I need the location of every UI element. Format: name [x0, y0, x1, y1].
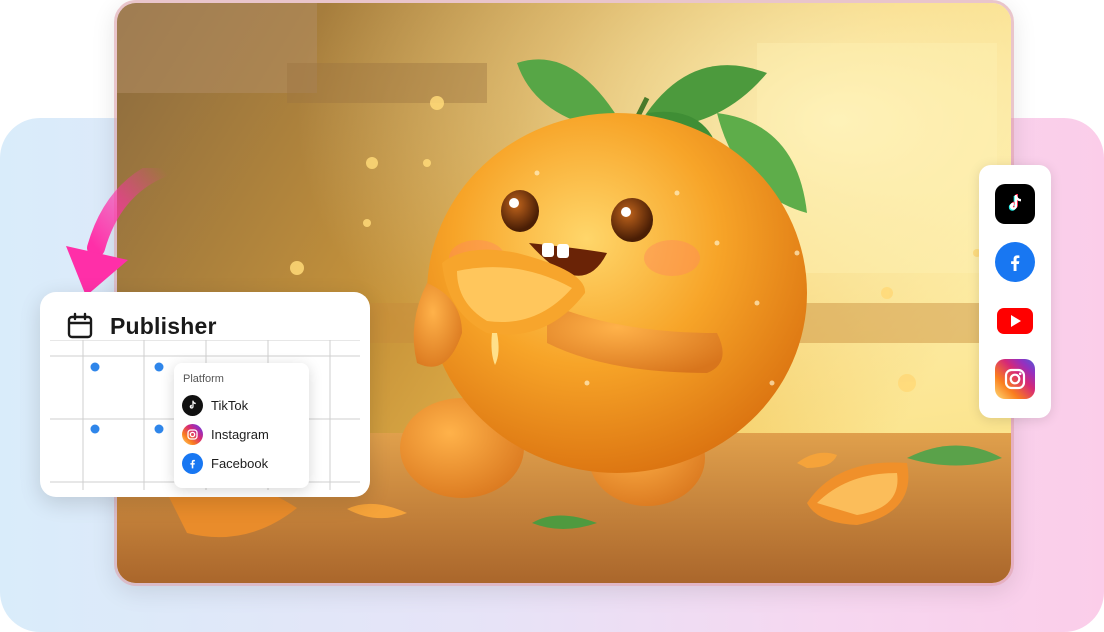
- event-dot: [90, 362, 100, 372]
- tiktok-icon[interactable]: [995, 184, 1035, 225]
- youtube-icon[interactable]: [995, 301, 1035, 341]
- event-dot: [154, 424, 164, 434]
- facebook-icon: [182, 453, 203, 474]
- platform-option-label: Facebook: [211, 456, 269, 471]
- pointer-arrow-icon: [66, 168, 172, 296]
- tiktok-icon: [182, 395, 203, 416]
- platform-popup: Platform TikTok Instagram Facebook: [174, 363, 309, 488]
- platform-option-instagram[interactable]: Instagram: [182, 420, 301, 449]
- platform-option-facebook[interactable]: Facebook: [182, 449, 301, 478]
- facebook-icon[interactable]: [995, 242, 1035, 283]
- platform-option-tiktok[interactable]: TikTok: [182, 391, 301, 420]
- publisher-card: Publisher Platform TikTok Instagram Face…: [40, 292, 370, 497]
- platform-option-label: TikTok: [211, 398, 249, 413]
- event-dot: [90, 424, 100, 434]
- social-platform-bar: [979, 165, 1051, 418]
- platform-popup-title: Platform: [183, 373, 224, 385]
- event-dot: [154, 362, 164, 372]
- platform-option-label: Instagram: [211, 427, 269, 442]
- instagram-icon[interactable]: [995, 358, 1035, 399]
- publisher-title: Publisher: [110, 312, 217, 339]
- instagram-icon: [182, 424, 203, 445]
- calendar-icon: [67, 312, 93, 339]
